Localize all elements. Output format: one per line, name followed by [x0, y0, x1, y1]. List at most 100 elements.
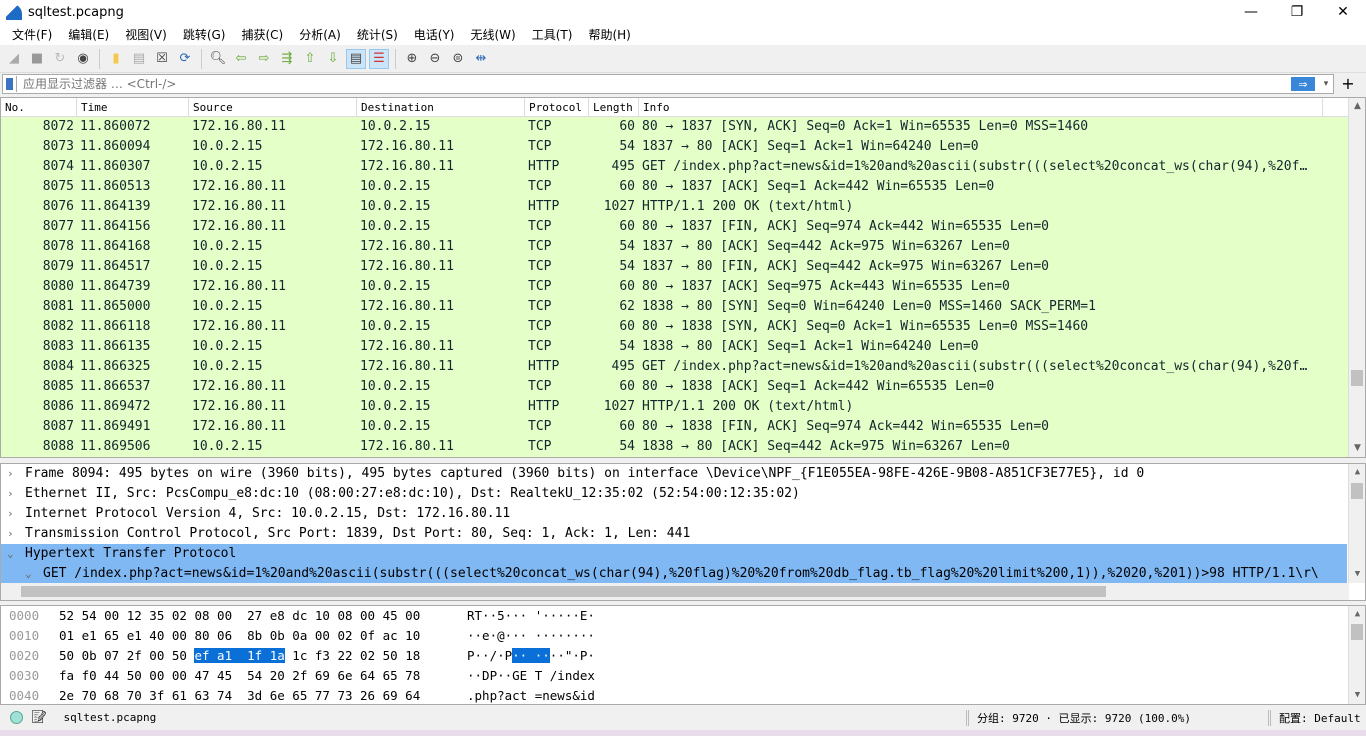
chevron-right-icon[interactable]: ›	[7, 484, 25, 504]
menu-tools[interactable]: 工具(T)	[524, 26, 581, 43]
packet-protocol: TCP	[528, 339, 552, 354]
packet-row[interactable]: 8086 11.869472 172.16.80.11 10.0.2.15 HTTP 10…	[1, 397, 1365, 417]
autoscroll-icon[interactable]: ▤	[346, 48, 366, 69]
capture-options-icon[interactable]: ◉	[73, 49, 93, 69]
hex-row: 0000 52 54 00 12 35 02 08 00 27 e8 dc 10 …	[1, 606, 1365, 626]
details-hscrollbar[interactable]	[1, 583, 1349, 600]
colorize-icon[interactable]: ☰	[369, 48, 389, 69]
maximize-button[interactable]: ❐	[1274, 0, 1320, 24]
start-capture-icon[interactable]: ◢	[4, 49, 24, 69]
chevron-right-icon[interactable]: ›	[7, 524, 25, 544]
packet-row[interactable]: 8081 11.865000 10.0.2.15 172.16.80.11 TCP 62 1…	[1, 297, 1365, 317]
packet-row[interactable]: 8087 11.869491 172.16.80.11 10.0.2.15 TCP 60 8…	[1, 417, 1365, 437]
menu-file[interactable]: 文件(F)	[4, 26, 60, 43]
column-source[interactable]: Source	[189, 98, 357, 116]
packet-destination: 172.16.80.11	[360, 239, 454, 254]
zoom-normal-icon[interactable]: ⊜	[448, 49, 468, 69]
detail-tree-item[interactable]: ⌄ GET /index.php?act=news&id=1%20and%20as…	[1, 564, 1347, 584]
menu-go[interactable]: 跳转(G)	[175, 26, 234, 43]
menu-help[interactable]: 帮助(H)	[580, 26, 638, 43]
hex-ascii[interactable]: P··/·P·· ····"·P·	[467, 646, 627, 666]
stop-capture-icon[interactable]: ■	[27, 49, 47, 69]
packet-length: 54	[619, 139, 635, 154]
close-file-icon[interactable]: ☒	[152, 49, 172, 69]
restart-capture-icon[interactable]: ↻	[50, 49, 70, 69]
packet-row[interactable]: 8074 11.860307 10.0.2.15 172.16.80.11 HTTP 49…	[1, 157, 1365, 177]
bytes-scrollbar[interactable]: ▲ ▼	[1348, 606, 1365, 704]
close-button[interactable]: ✕	[1320, 0, 1366, 24]
packet-source: 10.0.2.15	[192, 339, 263, 354]
chevron-down-icon[interactable]: ⌄	[7, 544, 25, 564]
packet-row[interactable]: 8085 11.866537 172.16.80.11 10.0.2.15 TCP 60 8…	[1, 377, 1365, 397]
bookmark-icon[interactable]	[3, 76, 17, 92]
packet-no: 8072	[42, 119, 74, 134]
menu-capture[interactable]: 捕获(C)	[233, 26, 291, 43]
go-back-icon[interactable]: ⇦	[231, 49, 251, 69]
chevron-down-icon[interactable]: ⌄	[25, 564, 43, 584]
chevron-right-icon[interactable]: ›	[7, 504, 25, 524]
column-info[interactable]: Info	[639, 98, 1323, 116]
detail-tree-item[interactable]: › Ethernet II, Src: PcsCompu_e8:dc:10 (08…	[1, 484, 1365, 504]
go-first-packet-icon[interactable]: ⇧	[300, 49, 320, 69]
column-destination[interactable]: Destination	[357, 98, 525, 116]
packet-row[interactable]: 8072 11.860072 172.16.80.11 10.0.2.15 TCP 60 8…	[1, 117, 1365, 137]
menu-view[interactable]: 视图(V)	[117, 26, 175, 43]
minimize-button[interactable]: —	[1228, 0, 1274, 24]
menu-telephony[interactable]: 电话(Y)	[406, 26, 463, 43]
menu-edit[interactable]: 编辑(E)	[60, 26, 117, 43]
packet-row[interactable]: 8080 11.864739 172.16.80.11 10.0.2.15 TCP 60 8…	[1, 277, 1365, 297]
expert-info-icon[interactable]	[10, 711, 23, 724]
go-last-packet-icon[interactable]: ⇩	[323, 49, 343, 69]
packet-protocol: HTTP	[528, 359, 560, 374]
reload-file-icon[interactable]: ⟳	[175, 49, 195, 69]
ascii-part: P··/·P	[467, 648, 513, 663]
packet-list-scrollbar[interactable]: ▲ ▼	[1348, 98, 1365, 457]
go-to-packet-icon[interactable]: ⇶	[277, 49, 297, 69]
column-no[interactable]: No.	[1, 98, 77, 116]
packet-protocol: TCP	[528, 319, 552, 334]
packet-row[interactable]: 8076 11.864139 172.16.80.11 10.0.2.15 HTTP 10…	[1, 197, 1365, 217]
apply-filter-button[interactable]: ⇒	[1291, 77, 1315, 91]
packet-info: 1838 → 80 [SYN] Seq=0 Win=64240 Len=0 MS…	[642, 299, 1096, 314]
detail-tree-item[interactable]: › Internet Protocol Version 4, Src: 10.0.…	[1, 504, 1365, 524]
find-packet-icon[interactable]: 🔍︎	[208, 49, 228, 69]
save-file-icon[interactable]: ▤	[129, 49, 149, 69]
open-file-icon[interactable]: ▮	[106, 49, 126, 69]
details-scrollbar[interactable]: ▲ ▼	[1348, 464, 1365, 583]
packet-source: 10.0.2.15	[192, 239, 263, 254]
packet-time: 11.866135	[80, 339, 151, 354]
menu-statistics[interactable]: 统计(S)	[349, 26, 406, 43]
packet-row[interactable]: 8075 11.860513 172.16.80.11 10.0.2.15 TCP 60 8…	[1, 177, 1365, 197]
packet-row[interactable]: 8084 11.866325 10.0.2.15 172.16.80.11 HTTP 49…	[1, 357, 1365, 377]
add-filter-button[interactable]: +	[1338, 74, 1358, 94]
go-forward-icon[interactable]: ⇨	[254, 49, 274, 69]
chevron-right-icon[interactable]: ›	[7, 464, 25, 484]
menu-wireless[interactable]: 无线(W)	[463, 26, 524, 43]
hex-ascii: ··DP··GE T /index	[467, 668, 595, 683]
column-protocol[interactable]: Protocol	[525, 98, 589, 116]
status-profile[interactable]: 配置: Default	[1268, 709, 1361, 726]
packet-row[interactable]: 8082 11.866118 172.16.80.11 10.0.2.15 TCP 60 8…	[1, 317, 1365, 337]
display-filter-input[interactable]	[17, 77, 1291, 91]
detail-tree-item[interactable]: › Frame 8094: 495 bytes on wire (3960 bit…	[1, 464, 1365, 484]
column-time[interactable]: Time	[77, 98, 189, 116]
packet-no: 8080	[42, 279, 74, 294]
packet-row[interactable]: 8077 11.864156 172.16.80.11 10.0.2.15 TCP 60 8…	[1, 217, 1365, 237]
hex-bytes[interactable]: 50 0b 07 2f 00 50 ef a1 1f 1a 1c f3 22 0…	[49, 646, 467, 666]
capture-comment-icon[interactable]: 📝︎	[31, 710, 48, 725]
detail-tree-item[interactable]: ⌄ Hypertext Transfer Protocol	[1, 544, 1347, 564]
menu-analyze[interactable]: 分析(A)	[291, 26, 349, 43]
resize-columns-icon[interactable]: ⇹	[471, 49, 491, 69]
packet-time: 11.864168	[80, 239, 151, 254]
packet-row[interactable]: 8083 11.866135 10.0.2.15 172.16.80.11 TCP 54 1…	[1, 337, 1365, 357]
zoom-in-icon[interactable]: ⊕	[402, 49, 422, 69]
packet-row[interactable]: 8073 11.860094 10.0.2.15 172.16.80.11 TCP 54 1…	[1, 137, 1365, 157]
packet-length: 495	[611, 159, 635, 174]
packet-row[interactable]: 8078 11.864168 10.0.2.15 172.16.80.11 TCP 54 1…	[1, 237, 1365, 257]
column-length[interactable]: Length	[589, 98, 639, 116]
packet-row[interactable]: 8079 11.864517 10.0.2.15 172.16.80.11 TCP 54 1…	[1, 257, 1365, 277]
filter-dropdown-icon[interactable]: ▾	[1319, 79, 1333, 89]
detail-tree-item[interactable]: › Transmission Control Protocol, Src Port…	[1, 524, 1365, 544]
packet-row[interactable]: 8088 11.869506 10.0.2.15 172.16.80.11 TCP 54 1…	[1, 437, 1365, 457]
zoom-out-icon[interactable]: ⊖	[425, 49, 445, 69]
